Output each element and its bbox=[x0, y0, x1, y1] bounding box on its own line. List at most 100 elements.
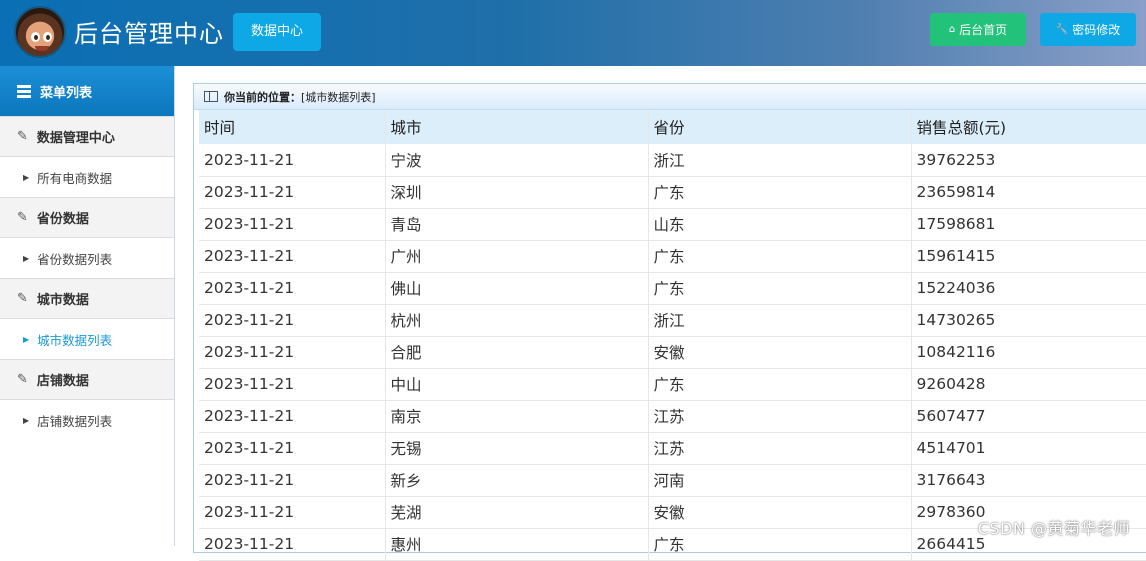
menu-header: 菜单列表 bbox=[0, 66, 174, 116]
table-cell: 9260428 bbox=[910, 368, 1146, 401]
table-cell: 2023-11-21 bbox=[199, 528, 385, 561]
layout-icon bbox=[204, 91, 218, 102]
edit-icon: ✎ bbox=[17, 372, 28, 387]
table-cell: 39762253 bbox=[910, 144, 1146, 177]
table-row: 2023-11-21 南京 江苏 5607477 bbox=[199, 400, 1146, 433]
sidebar-section-store[interactable]: ✎ 店铺数据 bbox=[0, 359, 174, 400]
table-cell: 2023-11-21 bbox=[199, 464, 385, 497]
table-cell: 广东 bbox=[647, 176, 911, 209]
table-cell: 惠州 bbox=[384, 528, 648, 561]
table-cell: 15961415 bbox=[910, 240, 1146, 273]
table-cell: 山东 bbox=[647, 208, 911, 241]
table-cell: 广州 bbox=[384, 240, 648, 273]
table-row: 2023-11-21 深圳 广东 23659814 bbox=[199, 176, 1146, 209]
table-cell: 佛山 bbox=[384, 272, 648, 305]
sidebar-item-store-list[interactable]: ▶ 店铺数据列表 bbox=[0, 400, 174, 440]
table-cell: 5607477 bbox=[910, 400, 1146, 433]
table-cell: 2023-11-21 bbox=[199, 336, 385, 369]
table-cell: 2023-11-21 bbox=[199, 496, 385, 529]
table-cell: 2023-11-21 bbox=[199, 304, 385, 337]
home-button-label: 后台首页 bbox=[959, 23, 1008, 37]
table-cell: 南京 bbox=[384, 400, 648, 433]
app-title: 后台管理中心 bbox=[74, 20, 224, 48]
caret-right-icon: ▶ bbox=[23, 334, 30, 344]
caret-right-icon: ▶ bbox=[23, 253, 30, 263]
column-header: 销售总额(元) bbox=[910, 110, 1146, 144]
table-cell: 2023-11-21 bbox=[199, 208, 385, 241]
sidebar-item-label: 省份数据列表 bbox=[37, 251, 113, 267]
section-label: 数据管理中心 bbox=[36, 131, 115, 146]
table-cell: 23659814 bbox=[910, 176, 1146, 209]
column-header: 省份 bbox=[647, 110, 911, 144]
table-cell: 广东 bbox=[647, 272, 911, 305]
edit-icon: ✎ bbox=[17, 129, 28, 144]
edit-icon: ✎ bbox=[17, 210, 28, 225]
table-row: 2023-11-21 青岛 山东 17598681 bbox=[199, 208, 1146, 241]
sidebar-item-province-list[interactable]: ▶ 省份数据列表 bbox=[0, 238, 174, 278]
table-row: 2023-11-21 中山 广东 9260428 bbox=[199, 368, 1146, 401]
section-label: 城市数据 bbox=[36, 293, 89, 308]
table-cell: 浙江 bbox=[647, 144, 911, 177]
sidebar-item-city-list[interactable]: ▶ 城市数据列表 bbox=[0, 319, 174, 359]
sidebar-section-data-center[interactable]: ✎ 数据管理中心 bbox=[0, 116, 174, 157]
menu-title: 菜单列表 bbox=[40, 85, 93, 101]
wrench-icon: 🔧 bbox=[1055, 24, 1069, 35]
table-cell: 2023-11-21 bbox=[199, 176, 385, 209]
sidebar-section-city[interactable]: ✎ 城市数据 bbox=[0, 278, 174, 319]
table-cell: 河南 bbox=[647, 464, 911, 497]
sidebar-item-all-ecommerce[interactable]: ▶ 所有电商数据 bbox=[0, 157, 174, 197]
password-button-label: 密码修改 bbox=[1072, 23, 1121, 37]
table-cell: 江苏 bbox=[647, 432, 911, 465]
list-icon bbox=[17, 83, 31, 100]
sidebar-section-province[interactable]: ✎ 省份数据 bbox=[0, 197, 174, 238]
avatar bbox=[14, 6, 66, 58]
table-cell: 新乡 bbox=[384, 464, 648, 497]
table-cell: 江苏 bbox=[647, 400, 911, 433]
sidebar: 菜单列表 ✎ 数据管理中心 ▶ 所有电商数据 ✎ 省份数据 ▶ 省份数据列表 ✎… bbox=[0, 66, 175, 546]
table-row: 2023-11-21 佛山 广东 15224036 bbox=[199, 272, 1146, 305]
table-cell: 青岛 bbox=[384, 208, 648, 241]
table-cell: 广东 bbox=[647, 240, 911, 273]
table-cell: 17598681 bbox=[910, 208, 1146, 241]
table-row: 2023-11-21 无锡 江苏 4514701 bbox=[199, 432, 1146, 465]
table-cell: 安徽 bbox=[647, 496, 911, 529]
column-header: 城市 bbox=[384, 110, 648, 144]
watermark: CSDN @黄菊华老师 bbox=[977, 519, 1130, 538]
table-cell: 10842116 bbox=[910, 336, 1146, 369]
table-cell: 广东 bbox=[647, 368, 911, 401]
table-row: 2023-11-21 合肥 安徽 10842116 bbox=[199, 336, 1146, 369]
table-cell: 中山 bbox=[384, 368, 648, 401]
table-row: 2023-11-21 新乡 河南 3176643 bbox=[199, 464, 1146, 497]
sidebar-item-label: 店铺数据列表 bbox=[37, 413, 113, 429]
home-icon: ⌂ bbox=[948, 24, 956, 35]
table-cell: 4514701 bbox=[910, 432, 1146, 465]
city-sales-table: 时间 城市 省份 销售总额(元) 2023-11-21 宁波 浙江 39762253 2… bbox=[199, 110, 1146, 561]
breadcrumb: 你当前的位置： [城市数据列表] bbox=[194, 84, 1146, 110]
sidebar-item-label: 所有电商数据 bbox=[37, 170, 113, 186]
table-cell: 深圳 bbox=[384, 176, 648, 209]
datacenter-button[interactable]: 数据中心 bbox=[233, 13, 321, 51]
table-cell: 合肥 bbox=[384, 336, 648, 369]
table-row: 2023-11-21 杭州 浙江 14730265 bbox=[199, 304, 1146, 337]
table-row: 2023-11-21 广州 广东 15961415 bbox=[199, 240, 1146, 273]
table-cell: 2023-11-21 bbox=[199, 144, 385, 177]
table-cell: 广东 bbox=[647, 528, 911, 561]
content-panel: 你当前的位置： [城市数据列表] 时间 城市 省份 销售总额(元) 2023-1… bbox=[193, 83, 1146, 561]
sidebar-item-label: 城市数据列表 bbox=[37, 332, 113, 348]
table-cell: 2023-11-21 bbox=[199, 400, 385, 433]
table-row: 2023-11-21 宁波 浙江 39762253 bbox=[199, 144, 1146, 177]
table-cell: 浙江 bbox=[647, 304, 911, 337]
table-cell: 15224036 bbox=[910, 272, 1146, 305]
table-cell: 2023-11-21 bbox=[199, 432, 385, 465]
column-header: 时间 bbox=[199, 110, 385, 144]
location-value: [城市数据列表] bbox=[301, 90, 376, 104]
caret-right-icon: ▶ bbox=[23, 172, 30, 182]
table-cell: 宁波 bbox=[384, 144, 648, 177]
password-change-button[interactable]: 🔧 密码修改 bbox=[1040, 13, 1136, 46]
table-cell: 杭州 bbox=[384, 304, 648, 337]
table-cell: 安徽 bbox=[647, 336, 911, 369]
section-label: 店铺数据 bbox=[36, 374, 89, 389]
edit-icon: ✎ bbox=[17, 291, 28, 306]
table-cell: 2023-11-21 bbox=[199, 368, 385, 401]
home-button[interactable]: ⌂ 后台首页 bbox=[930, 13, 1026, 46]
